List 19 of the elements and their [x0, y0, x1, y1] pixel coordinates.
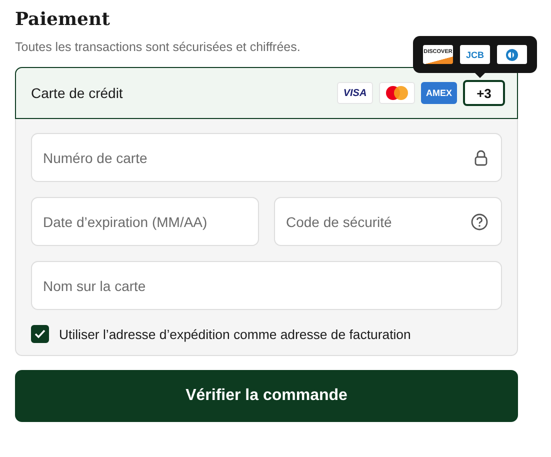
card-logo: AMEX [421, 82, 457, 104]
card-logo: JCB [460, 45, 490, 64]
card-number-field[interactable]: Numéro de carte [31, 133, 502, 182]
section-subtitle: Toutes les transactions sont sécurisées et chiffrées. [15, 40, 300, 54]
more-cards-button[interactable]: +3 [463, 80, 505, 106]
expiry-date-field[interactable]: Date d’expiration (MM/AA) [31, 197, 259, 246]
circles-logo-icon [497, 45, 527, 64]
help-icon[interactable] [471, 213, 488, 230]
circles-logo-icon [379, 82, 415, 104]
submit-button[interactable]: Vérifier la commande [15, 370, 518, 422]
check-icon [34, 329, 46, 339]
checkbox-label: Utiliser l’adresse d’expédition comme adresse de facturation [59, 326, 411, 342]
checkbox[interactable] [31, 325, 49, 343]
card-logo: VISA [337, 82, 373, 104]
lock-icon [474, 150, 488, 166]
name-on-card-field[interactable]: Nom sur la carte [31, 261, 502, 310]
section-title: Paiement [15, 8, 111, 32]
payment-method-label: Carte de crédit [31, 85, 123, 101]
security-code-field[interactable]: Code de sécurité [274, 197, 502, 246]
